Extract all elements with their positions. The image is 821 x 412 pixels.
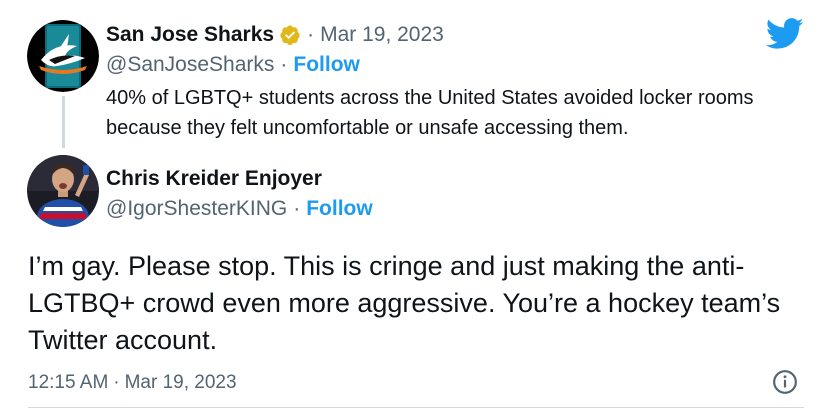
reply-follow-button[interactable]: Follow (306, 197, 373, 221)
tweet-embed: San Jose Sharks · Mar 19, 2023 @SanJoseS… (0, 0, 821, 412)
parent-display-name[interactable]: San Jose Sharks (106, 23, 274, 47)
info-icon[interactable] (772, 369, 798, 395)
parent-post-date[interactable]: Mar 19, 2023 (320, 23, 444, 47)
separator-dot: · (307, 23, 315, 46)
parent-follow-button[interactable]: Follow (293, 53, 360, 77)
reply-name-row: Chris Kreider Enjoyer (106, 164, 322, 194)
thread-connector-line (62, 96, 65, 148)
parent-name-row: San Jose Sharks · Mar 19, 2023 (106, 20, 444, 50)
timestamp-date: Mar 19, 2023 (124, 372, 237, 393)
hockey-player-avatar[interactable] (27, 155, 99, 227)
timestamp-time: 12:15 AM (28, 372, 109, 393)
timestamp-separator: · (113, 372, 120, 393)
parent-handle[interactable]: @SanJoseSharks (106, 53, 274, 77)
reply-display-name[interactable]: Chris Kreider Enjoyer (106, 167, 322, 191)
reply-handle[interactable]: @IgorShesterKING (106, 197, 287, 221)
tweet-timestamp[interactable]: 12:15 AM · Mar 19, 2023 (28, 369, 237, 397)
reply-tweet-text: I’m gay. Please stop. This is cringe and… (28, 251, 781, 355)
bottom-divider (28, 407, 804, 408)
twitter-bird-icon[interactable] (766, 18, 804, 50)
parent-tweet-text: 40% of LGBTQ+ students across the United… (106, 87, 754, 139)
sharks-logo-avatar[interactable] (27, 20, 99, 92)
follow-separator-dot: · (293, 197, 301, 220)
reply-handle-row: @IgorShesterKING · Follow (106, 195, 373, 223)
sharks-logo-icon (27, 20, 99, 92)
hockey-player-photo (27, 155, 99, 227)
gold-verified-badge-icon (280, 25, 300, 46)
parent-handle-row: @SanJoseSharks · Follow (106, 51, 360, 79)
follow-separator-dot: · (280, 53, 288, 76)
